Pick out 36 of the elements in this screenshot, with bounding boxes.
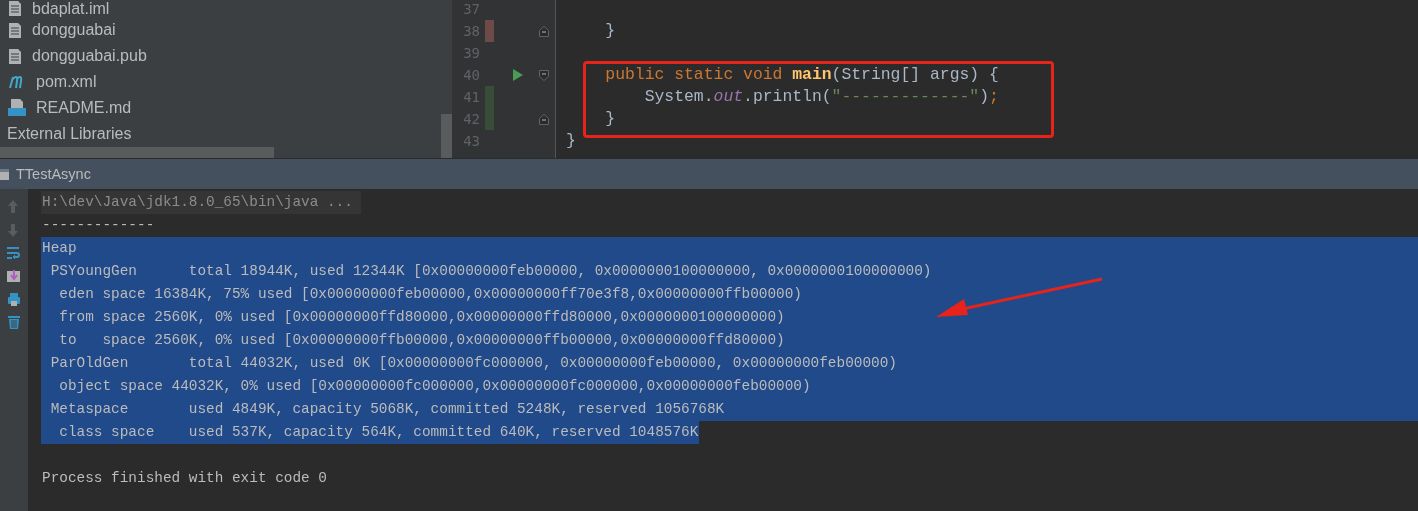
tree-item[interactable]: dongguabai <box>32 21 116 39</box>
scroll-to-end-icon[interactable] <box>6 268 22 284</box>
print-icon[interactable] <box>6 291 22 307</box>
panel-title: TTestAsync <box>16 166 91 182</box>
scrollbar[interactable] <box>441 0 452 158</box>
tree-item[interactable]: bdaplat.iml <box>32 0 110 17</box>
code-line: } <box>604 21 616 40</box>
console-line: from space 2560K, 0% used [0x00000000ffd80000,0x00000000ffd80000,0x0000000100000000) <box>58 309 786 325</box>
run-icon[interactable] <box>513 69 523 81</box>
file-icon <box>8 21 22 39</box>
tree-item[interactable]: dongguabai.pub <box>32 47 147 65</box>
console-line: eden space 16384K, 75% used [0x00000000feb00000,0x00000000ff70e3f8,0x00000000ffb00000) <box>58 286 803 302</box>
console-line: ------------- <box>41 217 156 233</box>
code-line: public static void main(String[] args) { <box>604 65 999 84</box>
markdown-file-icon <box>8 99 26 117</box>
tree-item[interactable]: pom.xml <box>36 73 97 91</box>
console-line: PSYoungGen total 18944K, used 12344K [0x00000000feb00000, 0x0000000100000000, 0x0000000100000000) <box>49 263 933 279</box>
trash-icon[interactable] <box>6 314 22 330</box>
fold-icon[interactable] <box>539 69 549 81</box>
console-line: Process finished with exit code 0 <box>41 470 328 486</box>
tree-item[interactable]: External Libraries <box>7 125 132 143</box>
tree-item[interactable]: README.md <box>36 99 132 117</box>
scrollbar[interactable] <box>0 147 274 158</box>
console-line: to space 2560K, 0% used [0x00000000ffb00000,0x00000000ffb00000,0x00000000ffd80000) <box>58 332 786 348</box>
console-line: ParOldGen total 44032K, used 0K [0x00000000fc000000, 0x00000000feb00000, 0x00000000feb00000) <box>49 355 898 371</box>
wrap-icon[interactable] <box>6 245 22 261</box>
code-line: } <box>604 109 616 128</box>
console-line: object space 44032K, 0% used [0x00000000fc000000,0x00000000fc000000,0x00000000feb00000) <box>58 378 812 394</box>
code-line: System.out.println("-------------"); <box>643 87 999 106</box>
fold-icon[interactable] <box>539 25 549 37</box>
console-line: Heap <box>41 240 78 256</box>
fold-icon[interactable] <box>539 113 549 125</box>
code-line: } <box>566 131 576 150</box>
console-line: Metaspace used 4849K, capacity 5068K, committed 5248K, reserved 1056768K <box>49 401 726 417</box>
window-icon <box>0 167 10 181</box>
file-icon <box>8 47 22 65</box>
